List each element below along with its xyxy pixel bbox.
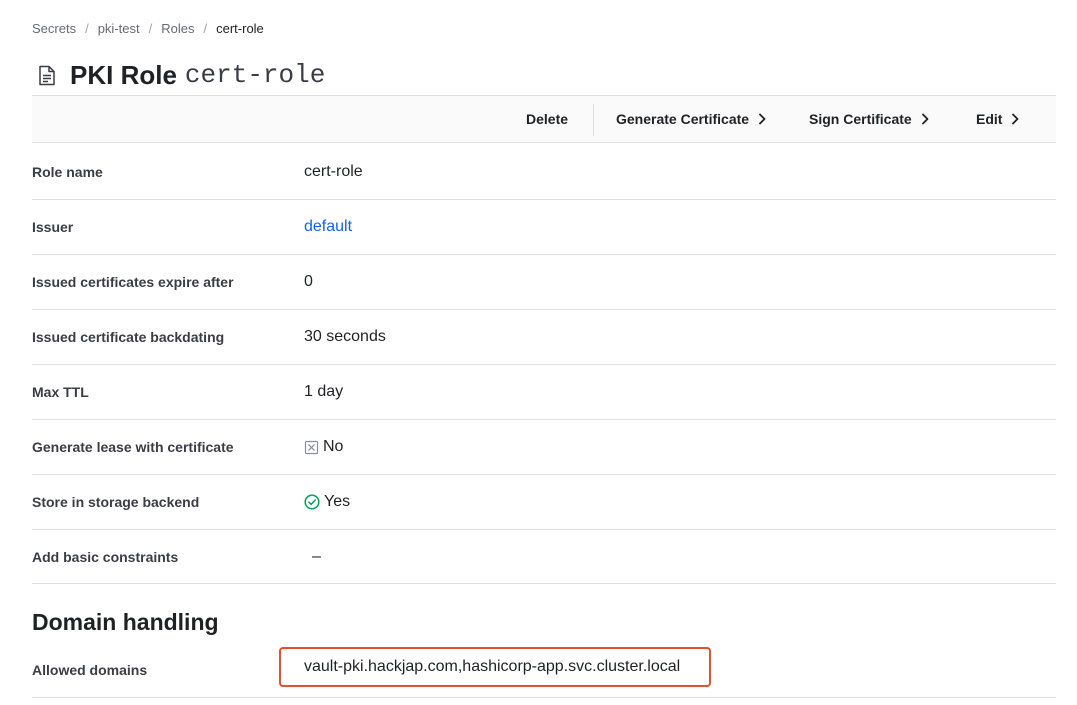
detail-row-allowed-domains: Allowed domains vault-pki.hackjap.com,ha… [32, 644, 1056, 698]
issuer-link[interactable]: default [304, 218, 352, 236]
breadcrumb-roles[interactable]: Roles [161, 21, 194, 36]
page-title-text: PKI Role [70, 59, 177, 90]
detail-value: 30 seconds [304, 328, 386, 345]
chevron-right-icon [921, 113, 929, 125]
detail-label: Max TTL [32, 384, 89, 400]
edit-button[interactable]: Edit [976, 96, 1019, 142]
detail-label: Add basic constraints [32, 548, 179, 565]
breadcrumb-pki-test[interactable]: pki-test [98, 21, 140, 36]
toolbar: Delete Generate Certificate Sign Certifi… [32, 95, 1056, 143]
detail-value-boolean: Yes [304, 493, 350, 511]
detail-row-issuer: Issuer default [32, 200, 1056, 255]
allowed-domains-highlight: vault-pki.hackjap.com,hashicorp-app.svc.… [279, 647, 711, 687]
page-title: PKI Role cert-role [38, 58, 325, 92]
breadcrumb-separator: / [203, 21, 208, 36]
check-circle-icon [304, 494, 320, 510]
toolbar-divider [593, 104, 594, 136]
section-title-domain-handling: Domain handling [32, 609, 219, 635]
detail-value: cert-role [304, 163, 363, 180]
detail-label: Issuer [32, 219, 74, 235]
detail-row-basic-constraints: Add basic constraints – [32, 530, 1056, 584]
detail-label: Issued certificate backdating [32, 329, 225, 345]
boolean-value-text: No [323, 438, 344, 455]
generate-certificate-button[interactable]: Generate Certificate [616, 96, 766, 142]
delete-button[interactable]: Delete [526, 96, 568, 142]
breadcrumb-separator: / [85, 21, 89, 36]
detail-row-max-ttl: Max TTL 1 day [32, 365, 1056, 420]
sign-certificate-button[interactable]: Sign Certificate [809, 96, 929, 142]
edit-button-label: Edit [976, 111, 1003, 127]
breadcrumb: Secrets / pki-test / Roles / cert-role [32, 21, 264, 36]
breadcrumb-separator: / [148, 21, 153, 36]
details-list: Role name cert-role Issuer default Issue… [32, 145, 1056, 584]
page-title-role-id: cert-role [184, 60, 326, 90]
detail-label: Allowed domains [32, 662, 148, 678]
detail-row-backdating: Issued certificate backdating 30 seconds [32, 310, 1056, 365]
generate-certificate-label: Generate Certificate [616, 111, 750, 127]
detail-row-generate-lease: Generate lease with certificate No [32, 420, 1056, 475]
detail-row-expire-after: Issued certificates expire after 0 [32, 255, 1056, 310]
breadcrumb-secrets[interactable]: Secrets [32, 21, 76, 36]
chevron-right-icon [758, 113, 766, 125]
chevron-right-icon [1011, 113, 1019, 125]
detail-row-store-in-backend: Store in storage backend Yes [32, 475, 1056, 530]
detail-label: Store in storage backend [32, 494, 200, 510]
detail-value: 1 day [304, 383, 344, 400]
detail-value: – [312, 547, 321, 565]
detail-label: Issued certificates expire after [32, 274, 234, 290]
detail-row-role-name: Role name cert-role [32, 145, 1056, 200]
detail-label: Generate lease with certificate [32, 439, 234, 455]
sign-certificate-label: Sign Certificate [809, 111, 912, 127]
page: Secrets / pki-test / Roles / cert-role P… [0, 0, 1077, 705]
file-text-icon [38, 64, 58, 86]
x-square-icon [304, 440, 319, 455]
delete-button-label: Delete [526, 111, 569, 127]
detail-value-boolean: No [304, 438, 343, 456]
boolean-value-text: Yes [324, 493, 351, 510]
allowed-domains-value: vault-pki.hackjap.com,hashicorp-app.svc.… [304, 658, 681, 675]
breadcrumb-current: cert-role [216, 21, 264, 36]
detail-value: 0 [304, 273, 313, 290]
detail-label: Role name [32, 164, 103, 180]
